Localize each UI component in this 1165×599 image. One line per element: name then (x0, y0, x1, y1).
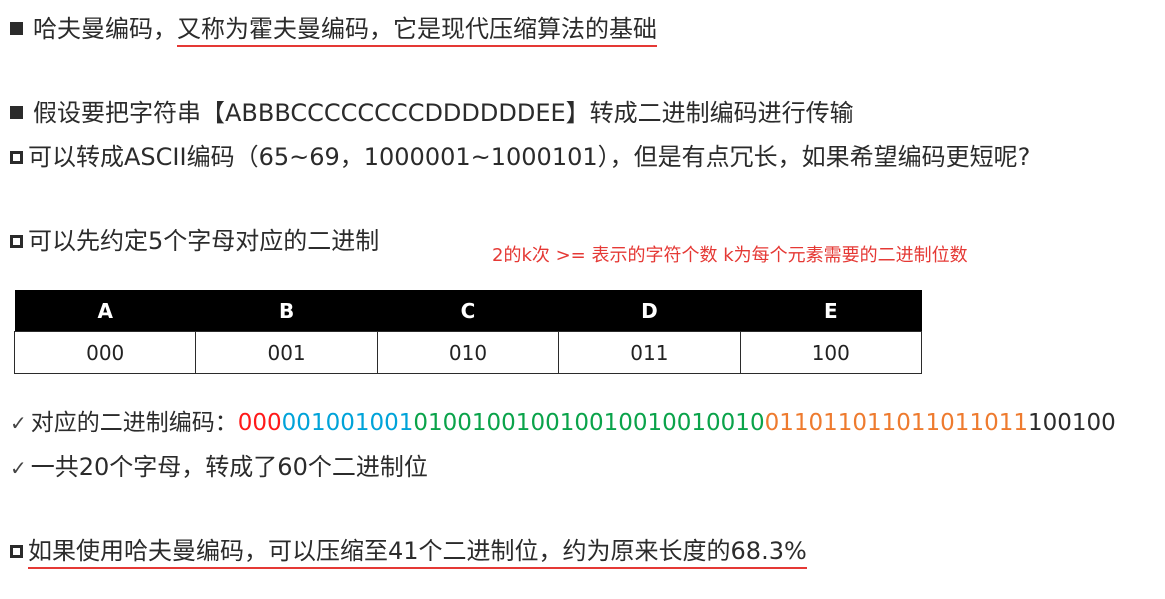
bullet-square-hollow-icon (10, 235, 23, 248)
string-text: 假设要把字符串【ABBBCCCCCCCCDDDDDDEE】转成二进制编码进行传输 (33, 99, 854, 127)
huffman-result-line: 如果使用哈夫曼编码，可以压缩至41个二进制位，约为原来长度的68.3% (10, 536, 807, 569)
bullet-square-hollow-icon (10, 545, 23, 558)
intro-line: 哈夫曼编码，又称为霍夫曼编码，它是现代压缩算法的基础 (10, 14, 657, 47)
encoding-b-segment: 001001001 (281, 410, 414, 436)
string-line: 假设要把字符串【ABBBCCCCCCCCDDDDDDEE】转成二进制编码进行传输 (10, 98, 854, 128)
encoding-e-segment: 100100 (1027, 410, 1116, 436)
header-cell-d: D (558, 290, 741, 332)
header-cell-a: A (14, 290, 196, 332)
huffman-result-text: 如果使用哈夫曼编码，可以压缩至41个二进制位，约为原来长度的68.3% (28, 537, 807, 569)
encoding-label: 对应的二进制编码： (30, 410, 238, 436)
code-cell-b: 001 (195, 331, 378, 374)
red-annotation: 2的k次 >= 表示的字符个数 k为每个元素需要的二进制位数 (492, 245, 968, 266)
bullet-square-filled-icon (10, 22, 23, 35)
encoding-line: ✓ 对应的二进制编码：000001001001010010010010010010… (10, 408, 1116, 438)
count-line: ✓ 一共20个字母，转成了60个二进制位 (10, 452, 428, 483)
checkmark-icon: ✓ (10, 411, 27, 435)
encoding-d-segment: 011011011011011011 (764, 410, 1028, 436)
header-cell-e: E (740, 290, 922, 332)
ascii-line: 可以转成ASCII编码（65~69，1000001~1000101），但是有点冗… (10, 142, 1030, 172)
table-row: 000 001 010 011 100 (13, 331, 923, 374)
header-cell-c: C (377, 290, 559, 332)
bullet-square-filled-icon (10, 106, 23, 119)
table-header-row: A B C D E (14, 290, 922, 332)
agree-text: 可以先约定5个字母对应的二进制 (28, 227, 380, 255)
code-cell-d: 011 (558, 331, 741, 374)
agree-line: 可以先约定5个字母对应的二进制 (10, 226, 379, 256)
intro-text: 哈夫曼编码， (33, 15, 177, 43)
ascii-text: 可以转成ASCII编码（65~69，1000001~1000101），但是有点冗… (28, 143, 1031, 171)
encoding-a-segment: 000 (237, 410, 282, 436)
checkmark-icon: ✓ (10, 456, 27, 480)
bullet-square-hollow-icon (10, 151, 23, 164)
code-cell-e: 100 (739, 331, 923, 374)
encoding-c-segment: 010010010010010010010010 (413, 410, 765, 436)
header-cell-b: B (195, 290, 378, 332)
count-text: 一共20个字母，转成了60个二进制位 (30, 453, 428, 481)
intro-underlined-text: 又称为霍夫曼编码，它是现代压缩算法的基础 (177, 15, 657, 47)
code-cell-c: 010 (376, 331, 560, 374)
code-cell-a: 000 (13, 331, 197, 374)
code-table: A B C D E 000 001 010 011 100 (13, 290, 923, 374)
